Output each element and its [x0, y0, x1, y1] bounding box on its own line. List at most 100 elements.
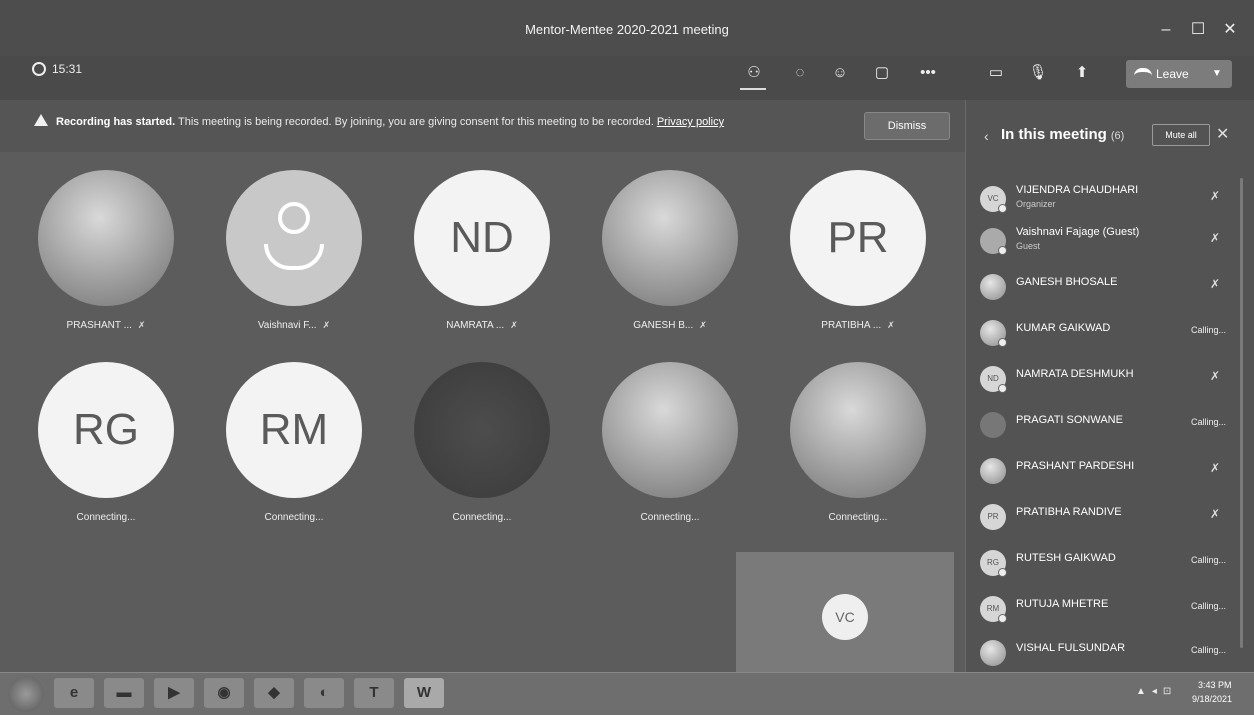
clock-date[interactable]: 9/18/2021 — [1192, 694, 1232, 704]
mute-all-button[interactable]: Mute all — [1152, 124, 1210, 146]
media-player-icon[interactable]: ▶ — [154, 678, 194, 708]
more-actions-icon[interactable]: ••• — [914, 62, 942, 84]
chevron-left-icon[interactable]: ‹ — [984, 128, 989, 144]
internet-explorer-icon[interactable]: e — [54, 678, 94, 708]
start-button[interactable] — [8, 676, 44, 712]
participant-role: Organizer — [1016, 199, 1056, 209]
participant-row[interactable]: GANESH BHOSALE ✗ — [980, 270, 1236, 306]
warning-icon — [34, 114, 48, 126]
participant-role: Guest — [1016, 241, 1041, 251]
teams-icon[interactable]: T — [354, 678, 394, 708]
participant-name: RUTUJA MHETRE — [1016, 598, 1109, 610]
close-icon[interactable]: ✕ — [1216, 124, 1229, 144]
participant-count: (6) — [1110, 130, 1125, 142]
share-screen-icon[interactable]: ⬆ — [1068, 62, 1096, 84]
file-explorer-icon[interactable]: ▬ — [104, 678, 144, 708]
rooms-icon[interactable]: ▢ — [868, 62, 896, 84]
participant-avatar: PR — [980, 504, 1006, 530]
mic-off-icon[interactable]: 🎙 — [1024, 62, 1052, 84]
participant-row[interactable]: PR PRATIBHA RANDIVE ✗ — [980, 500, 1236, 536]
participant-avatar — [980, 274, 1006, 300]
system-tray-icons[interactable]: ▲◂⊡ — [1136, 686, 1177, 697]
calling-status: Calling... — [1190, 601, 1226, 611]
mic-muted-icon: ✗ — [699, 320, 707, 330]
edge-icon[interactable]: ◐ — [304, 678, 344, 708]
participant-name: NAMRATA DESHMUKH — [1016, 368, 1134, 380]
participant-name: PRAGATI SONWANE — [1016, 414, 1123, 426]
mic-muted-icon: ✗ — [1209, 461, 1220, 475]
window-title: Mentor-Mentee 2020-2021 meeting — [525, 22, 729, 37]
mic-muted-icon: ✗ — [322, 320, 331, 330]
mic-muted-icon: ✗ — [1209, 369, 1220, 383]
minimize-button[interactable]: – — [1152, 20, 1180, 40]
participant-avatar-dark[interactable] — [414, 362, 550, 498]
participant-row[interactable]: PRASHANT PARDESHI ✗ — [980, 454, 1236, 490]
participant-initials[interactable]: PR — [790, 170, 926, 306]
app-icon[interactable]: ◆ — [254, 678, 294, 708]
tile-label: Vaishnavi F... ✗ — [257, 320, 331, 331]
chevron-down-icon[interactable]: ▼ — [1212, 60, 1222, 88]
mic-muted-icon: ✗ — [137, 320, 146, 330]
recording-notice-bold: Recording has started. — [56, 116, 176, 128]
tile-status: Connecting... — [264, 512, 324, 523]
participant-row[interactable]: RM RUTUJA MHETRE Calling... — [980, 592, 1236, 628]
recording-notice-text: This meeting is being recorded. By joini… — [175, 116, 657, 128]
participant-avatar — [980, 412, 1006, 438]
camera-off-icon[interactable]: ▭ — [982, 62, 1010, 84]
participant-initials[interactable]: ND — [414, 170, 550, 306]
maximize-button[interactable]: ☐ — [1184, 20, 1212, 40]
panel-scrollbar[interactable] — [1240, 178, 1243, 648]
participant-name: RUTESH GAIKWAD — [1016, 552, 1116, 564]
mic-muted-icon: ✗ — [1209, 189, 1220, 203]
tile-label: GANESH B... ✗ — [633, 320, 707, 331]
presence-icon — [998, 246, 1007, 255]
recording-notice: Recording has started. This meeting is b… — [56, 116, 724, 128]
participant-photo[interactable] — [790, 362, 926, 498]
privacy-policy-link[interactable]: Privacy policy — [657, 116, 724, 128]
calling-status: Calling... — [1190, 555, 1226, 565]
calling-status: Calling... — [1190, 417, 1226, 427]
chat-icon[interactable]: ◌ — [786, 62, 814, 84]
participant-avatar — [980, 458, 1006, 484]
participant-row[interactable]: PRAGATI SONWANE Calling... — [980, 408, 1236, 444]
tile-status: Connecting... — [76, 512, 136, 523]
participant-initials[interactable]: RG — [38, 362, 174, 498]
clock-time[interactable]: 3:43 PM — [1198, 680, 1232, 690]
mic-muted-icon: ✗ — [510, 320, 518, 330]
dismiss-button[interactable]: Dismiss — [864, 112, 950, 140]
mic-muted-icon: ✗ — [887, 320, 895, 330]
presence-icon — [998, 568, 1007, 577]
person-body-icon — [264, 244, 324, 270]
leave-label: Leave — [1156, 67, 1189, 81]
participant-row[interactable]: Vaishnavi Fajage (Guest) Guest ✗ — [980, 224, 1236, 260]
participant-name: KUMAR GAIKWAD — [1016, 322, 1111, 334]
presence-icon — [998, 338, 1007, 347]
people-icon[interactable]: ⚇ — [740, 62, 768, 84]
presence-icon — [998, 614, 1007, 623]
participant-photo[interactable] — [602, 170, 738, 306]
panel-title: In this meeting (6) — [1001, 126, 1125, 143]
close-button[interactable]: ✕ — [1216, 20, 1244, 40]
participant-photo[interactable] — [38, 170, 174, 306]
word-icon[interactable]: W — [404, 678, 444, 708]
participant-avatar-default[interactable] — [226, 170, 362, 306]
tile-status: Connecting... — [640, 512, 700, 523]
self-avatar: VC — [822, 594, 868, 640]
participant-row[interactable]: KUMAR GAIKWAD Calling... — [980, 316, 1236, 352]
participant-photo[interactable] — [602, 362, 738, 498]
chrome-icon[interactable]: ◉ — [204, 678, 244, 708]
participant-initials[interactable]: RM — [226, 362, 362, 498]
calling-status: Calling... — [1190, 645, 1226, 655]
participant-row[interactable]: RG RUTESH GAIKWAD Calling... — [980, 546, 1236, 582]
reactions-icon[interactable]: ☺ — [826, 62, 854, 84]
phone-hangup-icon — [1134, 68, 1152, 78]
clock-icon — [32, 62, 46, 76]
participant-row[interactable]: ND NAMRATA DESHMUKH ✗ — [980, 362, 1236, 398]
participant-name: VIJENDRA CHAUDHARI — [1016, 184, 1139, 196]
calling-status: Calling... — [1190, 325, 1226, 335]
meeting-toolbar — [0, 56, 1254, 100]
participant-row[interactable]: VISHAL FULSUNDAR Calling... — [980, 636, 1236, 672]
tile-status: Connecting... — [452, 512, 512, 523]
participant-name: VISHAL FULSUNDAR — [1016, 642, 1126, 654]
participant-row[interactable]: VC VIJENDRA CHAUDHARI Organizer ✗ — [980, 182, 1236, 218]
